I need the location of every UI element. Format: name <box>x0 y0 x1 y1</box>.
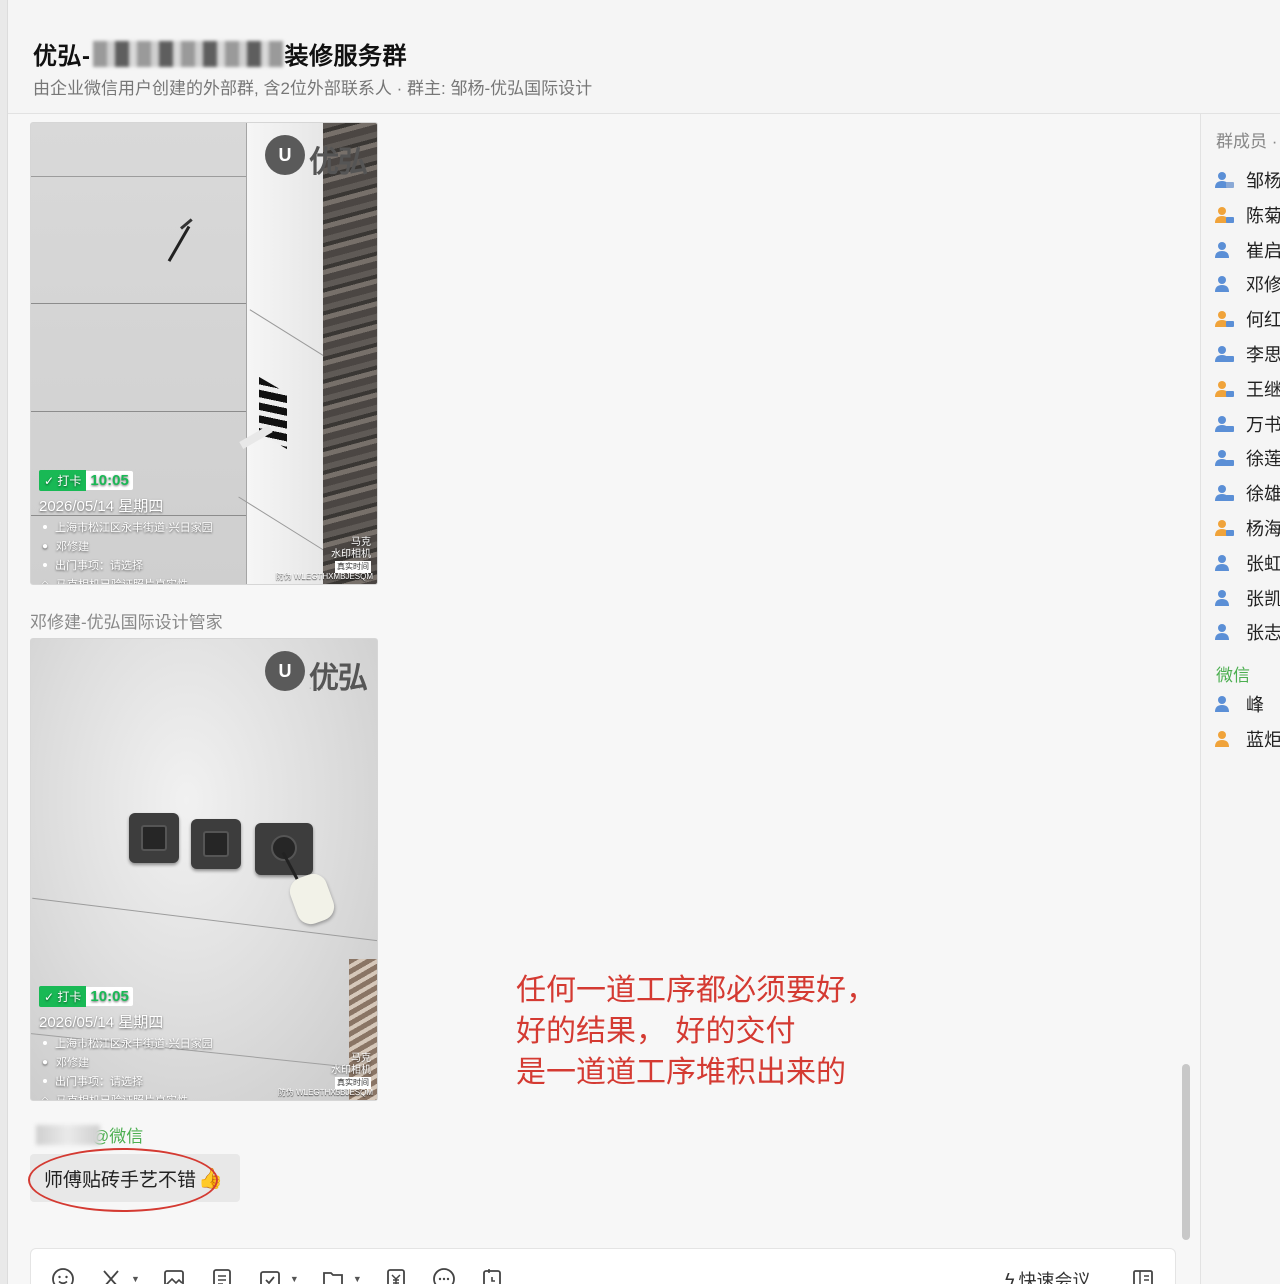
handwritten-annotation: 任何一道工序都必须要好， 好的结果， 好的交付 是一道道工序堆积出来的 <box>516 973 876 1090</box>
folder-icon[interactable] <box>319 1265 347 1284</box>
member-item[interactable]: 万书 <box>1214 411 1280 437</box>
member-name: 徐雄 <box>1246 484 1280 505</box>
watermark-stamp: ✓ 打卡 10:05 2026/05/14 星期四 上海市松江区永丰街道·兴日家… <box>39 469 359 585</box>
user-icon <box>1214 344 1234 364</box>
wechat-section-label: 微信 <box>1216 666 1250 685</box>
person-icon: ● <box>41 540 49 552</box>
scissors-icon[interactable] <box>97 1265 125 1284</box>
member-name: 张志 <box>1246 623 1280 644</box>
image-icon[interactable] <box>160 1265 188 1284</box>
user-icon <box>1214 448 1234 468</box>
user-icon <box>1214 553 1234 573</box>
member-name: 邓修 <box>1246 275 1280 296</box>
member-name: 邹杨 <box>1246 171 1280 191</box>
lightning-icon: ϟ <box>1005 1269 1015 1284</box>
chat-header: 优弘- 装修服务群 由企业微信用户创建的外部群, 含2位外部联系人 · 群主: … <box>8 0 1280 114</box>
user-icon <box>1214 694 1234 714</box>
member-name: 李思 <box>1246 345 1280 365</box>
chat-messages[interactable]: U 优弘 ✓ 打卡 10:05 2026/05/14 星期四 上海市松江区永丰街… <box>8 114 1200 1284</box>
watermark-stamp: ✓ 打卡 10:05 2026/05/14 星期四 上海市松江区永丰街道·兴日家… <box>39 985 359 1101</box>
user-icon <box>1214 729 1234 749</box>
member-item[interactable]: 峰 <box>1214 691 1264 717</box>
member-name: 张虹 <box>1246 553 1280 574</box>
member-item[interactable]: 何红 <box>1214 306 1280 332</box>
member-name: 陈菊 <box>1246 205 1280 226</box>
members-title: 群成员 · <box>1216 132 1278 151</box>
user-icon <box>1214 379 1234 399</box>
redacted-name <box>92 40 283 67</box>
member-name: 王继 <box>1246 379 1280 400</box>
member-name: 徐莲 <box>1246 449 1280 470</box>
member-item[interactable]: 王继 <box>1214 376 1280 402</box>
member-name: 张凯 <box>1246 588 1280 609</box>
chevron-down-icon[interactable]: ▼ <box>131 1274 140 1284</box>
panel-toggle-icon[interactable] <box>1131 1267 1155 1284</box>
user-icon <box>1214 483 1234 503</box>
image-message-1[interactable]: U 优弘 ✓ 打卡 10:05 2026/05/14 星期四 上海市松江区永丰街… <box>30 122 378 585</box>
member-item[interactable]: 李思 <box>1214 341 1280 367</box>
user-icon <box>1214 518 1234 538</box>
plug <box>285 869 339 929</box>
member-item[interactable]: 邓修 <box>1214 271 1280 297</box>
wechat-sender-name[interactable]: @微信 <box>36 1122 143 1147</box>
person-icon: ● <box>41 1056 49 1068</box>
socket-3 <box>255 823 313 875</box>
chevron-down-icon[interactable]: ▼ <box>353 1274 362 1284</box>
member-name: 杨海 <box>1246 519 1280 539</box>
member-item[interactable]: 张虹 <box>1214 550 1280 576</box>
chevron-down-icon[interactable]: ▼ <box>290 1274 299 1284</box>
image-message-2[interactable]: U 优弘 · · · · · ✓ 打卡 10:05 2026/05/14 星期四… <box>30 638 378 1101</box>
user-icon <box>1214 170 1234 190</box>
chat-bubble-icon[interactable] <box>430 1265 458 1284</box>
user-icon <box>1214 414 1234 434</box>
check-icon: ✓ <box>44 473 55 488</box>
sender-name[interactable]: 邓修建-优弘国际设计管家 <box>30 608 223 633</box>
members-panel: 群成员 · 邹杨陈菊崔启邓修何红李思王继万书徐莲徐雄杨海张虹张凯张志 微信 峰蓝… <box>1200 114 1280 1284</box>
member-name: 蓝炬 <box>1246 729 1280 750</box>
member-item[interactable]: 邹杨 <box>1214 167 1280 193</box>
member-item[interactable]: 徐雄 <box>1214 480 1280 506</box>
check-icon: ✓ <box>44 989 55 1004</box>
member-name: 崔启 <box>1246 240 1280 261</box>
member-item[interactable]: 崔启 <box>1214 237 1280 263</box>
shield-icon: ◇ <box>41 1094 49 1101</box>
member-name: 万书 <box>1246 414 1280 435</box>
composer-toolbar: ▼ ▼ ▼ <box>49 1265 506 1284</box>
camera-watermark: 马克 水印相机 真实时间 <box>331 537 371 573</box>
emoji-icon[interactable] <box>49 1265 77 1284</box>
schedule-icon[interactable] <box>478 1265 506 1284</box>
group-subtitle: 由企业微信用户创建的外部群, 含2位外部联系人 · 群主: 邹杨-优弘国际设计 <box>33 79 593 98</box>
socket-1 <box>129 813 179 863</box>
member-name: 何红 <box>1246 310 1280 331</box>
shield-icon: ◇ <box>41 578 49 585</box>
user-icon <box>1214 622 1234 642</box>
app-left-strip <box>0 0 8 1284</box>
group-title[interactable]: 优弘- 装修服务群 <box>33 36 407 71</box>
member-item[interactable]: 张凯 <box>1214 585 1280 611</box>
member-item[interactable]: 蓝炬 <box>1214 726 1280 752</box>
redacted-name <box>36 1124 100 1145</box>
member-item[interactable]: 杨海 <box>1214 515 1280 541</box>
brand-logo-icon: U <box>265 651 305 691</box>
quick-meeting-button[interactable]: ϟ 快速会议 <box>1005 1267 1091 1284</box>
socket-2 <box>191 819 241 869</box>
payment-icon[interactable] <box>382 1265 410 1284</box>
member-name: 峰 <box>1246 695 1264 715</box>
chat-scrollbar[interactable] <box>1182 1064 1190 1240</box>
red-circle-mark <box>28 1148 218 1212</box>
camera-watermark: 马克 水印相机 真实时间 <box>331 1053 371 1089</box>
user-icon <box>1214 274 1234 294</box>
message-composer[interactable]: ▼ ▼ ▼ ϟ 快速会议 <box>30 1248 1176 1284</box>
user-icon <box>1214 240 1234 260</box>
member-item[interactable]: 徐莲 <box>1214 445 1280 471</box>
user-icon <box>1214 309 1234 329</box>
user-icon <box>1214 205 1234 225</box>
brand-logo-icon: U <box>265 135 305 175</box>
user-icon <box>1214 588 1234 608</box>
member-item[interactable]: 张志 <box>1214 619 1280 645</box>
member-item[interactable]: 陈菊 <box>1214 202 1280 228</box>
todo-icon[interactable] <box>256 1265 284 1284</box>
document-icon[interactable] <box>208 1265 236 1284</box>
